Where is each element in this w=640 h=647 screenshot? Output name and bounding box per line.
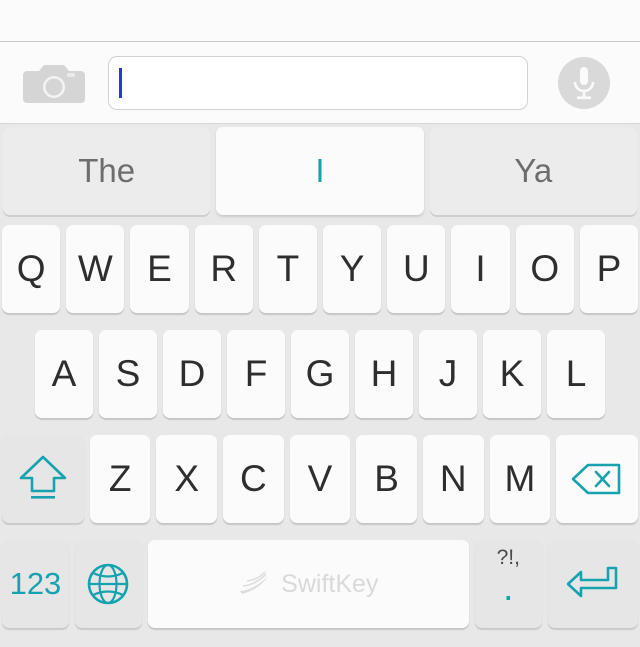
key-m[interactable]: M	[489, 435, 551, 523]
key-label: U	[402, 248, 430, 289]
camera-icon	[23, 61, 85, 105]
swiftkey-logo: SwiftKey	[238, 570, 378, 599]
key-c[interactable]: C	[223, 435, 284, 523]
period-key[interactable]: ?!, .	[474, 540, 542, 628]
voice-input-button[interactable]	[528, 43, 640, 124]
camera-button[interactable]	[0, 43, 108, 124]
key-h[interactable]: H	[355, 330, 413, 418]
key-label: R	[210, 248, 238, 289]
key-label: B	[374, 458, 399, 499]
key-label: Q	[16, 248, 46, 289]
backspace-key[interactable]	[556, 435, 639, 523]
key-label: J	[438, 353, 458, 394]
key-label: W	[77, 248, 113, 289]
key-label: G	[305, 353, 335, 394]
key-row-4: 123 SwiftKey ?!, .	[0, 536, 640, 641]
prediction-item-1[interactable]: I	[216, 127, 424, 215]
prediction-label: I	[315, 152, 325, 189]
enter-icon	[564, 562, 622, 606]
key-u[interactable]: U	[387, 225, 446, 313]
key-label: L	[565, 353, 587, 394]
key-f[interactable]: F	[227, 330, 285, 418]
keyboard: The I Ya Q W E R T Y U I O P A S D F G H…	[0, 124, 640, 647]
key-d[interactable]: D	[163, 330, 221, 418]
key-a[interactable]: A	[35, 330, 93, 418]
key-label: Z	[108, 458, 132, 499]
key-label: X	[174, 458, 200, 499]
key-label: M	[504, 458, 536, 499]
key-g[interactable]: G	[291, 330, 349, 418]
enter-key[interactable]	[547, 540, 639, 628]
key-o[interactable]: O	[515, 225, 574, 313]
key-label: V	[307, 458, 333, 499]
space-key[interactable]: SwiftKey	[147, 540, 469, 628]
text-caret	[119, 68, 122, 98]
prediction-item-0[interactable]: The	[3, 127, 211, 215]
key-n[interactable]: N	[422, 435, 484, 523]
key-label: F	[244, 353, 268, 394]
key-b[interactable]: B	[356, 435, 417, 523]
key-label: H	[370, 353, 398, 394]
key-label: D	[178, 353, 206, 394]
key-j[interactable]: J	[419, 330, 477, 418]
microphone-icon	[558, 57, 610, 109]
key-x[interactable]: X	[156, 435, 218, 523]
key-row-2: A S D F G H J K L	[0, 326, 640, 431]
key-row-3: Z X C V B N M	[0, 431, 640, 536]
key-e[interactable]: E	[130, 225, 189, 313]
key-label: Y	[339, 248, 365, 289]
screen: The I Ya Q W E R T Y U I O P A S D F G H…	[0, 0, 640, 647]
key-t[interactable]: T	[258, 225, 317, 313]
key-s[interactable]: S	[99, 330, 157, 418]
prediction-item-2[interactable]: Ya	[429, 127, 637, 215]
key-label: C	[240, 458, 267, 499]
key-label: P	[596, 248, 622, 289]
numeric-label: 123	[9, 566, 62, 601]
text-input-field[interactable]	[108, 56, 528, 110]
shift-key[interactable]	[1, 435, 84, 523]
key-p[interactable]: P	[579, 225, 639, 313]
numeric-key[interactable]: 123	[2, 540, 69, 628]
prediction-label: Ya	[514, 152, 553, 189]
app-content-area	[0, 0, 640, 42]
prediction-bar: The I Ya	[0, 124, 640, 221]
key-i[interactable]: I	[451, 225, 510, 313]
key-row-1: Q W E R T Y U I O P	[0, 221, 640, 326]
key-label: O	[530, 248, 560, 289]
shift-icon	[15, 453, 71, 505]
language-key[interactable]	[74, 540, 142, 628]
key-v[interactable]: V	[289, 435, 351, 523]
key-label: I	[475, 248, 486, 289]
key-label: A	[51, 353, 77, 394]
key-z[interactable]: Z	[89, 435, 151, 523]
key-q[interactable]: Q	[1, 225, 61, 313]
key-label: N	[439, 458, 467, 499]
key-y[interactable]: Y	[323, 225, 382, 313]
key-label: S	[115, 353, 141, 394]
key-k[interactable]: K	[483, 330, 541, 418]
key-r[interactable]: R	[194, 225, 253, 313]
key-label: T	[276, 248, 300, 289]
key-l[interactable]: L	[547, 330, 605, 418]
backspace-icon	[569, 459, 625, 499]
key-w[interactable]: W	[66, 225, 125, 313]
input-bar	[0, 43, 640, 124]
globe-icon	[85, 561, 131, 607]
prediction-label: The	[78, 152, 136, 189]
swiftkey-wordmark: SwiftKey	[281, 569, 379, 598]
key-label: K	[499, 353, 525, 394]
key-label: E	[147, 248, 172, 289]
